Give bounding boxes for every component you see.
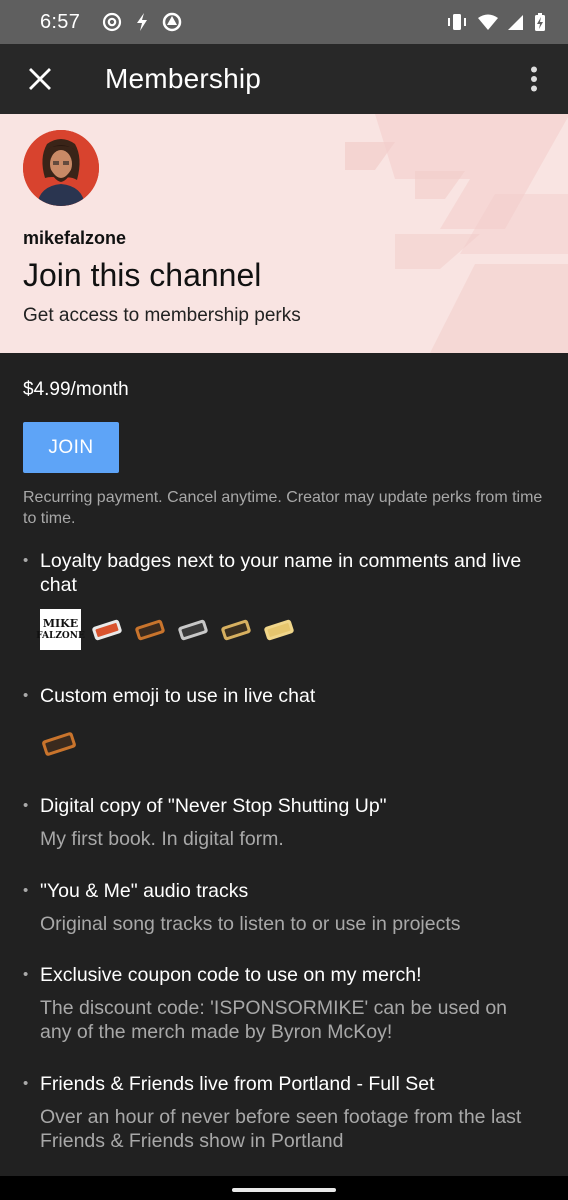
badge-logo-line2: FALZONE [36, 630, 85, 641]
perk-description: Over an hour of never before seen footag… [40, 1106, 522, 1152]
at-sign-icon [103, 12, 122, 32]
perk-digital-book: • Digital copy of "Never Stop Shutting U… [23, 794, 543, 851]
perk-title: Loyalty badges next to your name in comm… [40, 550, 522, 596]
payment-disclaimer: Recurring payment. Cancel anytime. Creat… [23, 489, 543, 527]
status-system-icons [446, 12, 546, 32]
app-bar: Membership [0, 44, 568, 114]
badge-silver-icon [178, 619, 208, 640]
perk-description: My first book. In digital form. [40, 828, 284, 850]
page-title: Membership [105, 63, 262, 94]
perk-live-show: • Friends & Friends live from Portland -… [23, 1072, 543, 1153]
custom-emoji-icon [42, 732, 76, 756]
flash-icon [137, 13, 148, 31]
bullet: • [23, 687, 29, 704]
channel-header-banner: mikefalzone Join this channel Get access… [0, 114, 568, 353]
bullet: • [23, 552, 29, 569]
status-notification-icons [102, 12, 182, 32]
channel-name: mikefalzone [23, 228, 127, 248]
wifi-icon [478, 14, 498, 30]
close-button[interactable] [0, 44, 80, 114]
perk-audio-tracks: • "You & Me" audio tracks Original song … [23, 879, 543, 936]
custom-emoji-list [40, 728, 543, 765]
badge-logo-line1: MIKE [42, 616, 79, 630]
close-icon [29, 68, 51, 90]
avatar-portrait-image [23, 130, 99, 206]
home-gesture-handle[interactable] [232, 1188, 336, 1192]
perk-title: Custom emoji to use in live chat [40, 685, 316, 707]
loyalty-badge-list: MIKE FALZONE [36, 609, 543, 650]
signal-icon [508, 14, 523, 30]
badge-pale-gold-icon [264, 619, 294, 640]
badge-bronze-icon [135, 619, 165, 640]
channel-avatar[interactable] [23, 130, 99, 206]
perk-custom-emoji: • Custom emoji to use in live chat [23, 684, 543, 765]
perk-title: Exclusive coupon code to use on my merch… [40, 964, 422, 986]
bullet: • [23, 1075, 29, 1092]
status-bar: 6:57 [0, 0, 568, 44]
more-vert-icon [531, 66, 537, 92]
badge-mike-falzone-logo: MIKE FALZONE [36, 609, 85, 650]
bullet: • [23, 882, 29, 899]
perk-coupon-code: • Exclusive coupon code to use on my mer… [23, 963, 543, 1044]
perk-title: Digital copy of "Never Stop Shutting Up" [40, 795, 387, 817]
bullet: • [23, 797, 29, 814]
sync-icon [162, 12, 182, 32]
system-navigation-bar [0, 1176, 568, 1200]
membership-price: $4.99/month [23, 379, 129, 400]
join-subheading: Get access to membership perks [23, 305, 301, 326]
more-options-button[interactable] [500, 44, 568, 114]
status-time: 6:57 [40, 10, 81, 33]
perk-loyalty-badges: • Loyalty badges next to your name in co… [23, 549, 543, 650]
battery-charging-icon [535, 13, 545, 31]
perk-description: The discount code: 'ISPONSORMIKE' can be… [40, 997, 508, 1043]
bullet: • [23, 966, 29, 983]
vibrate-icon [448, 14, 466, 30]
perk-description: Original song tracks to listen to or use… [40, 913, 461, 935]
badge-gold-icon [221, 619, 251, 640]
perk-title: Friends & Friends live from Portland - F… [40, 1073, 435, 1095]
perk-title: "You & Me" audio tracks [40, 880, 249, 902]
join-button[interactable]: JOIN [23, 422, 119, 473]
badge-red-icon [92, 619, 122, 640]
join-heading: Join this channel [23, 257, 262, 293]
